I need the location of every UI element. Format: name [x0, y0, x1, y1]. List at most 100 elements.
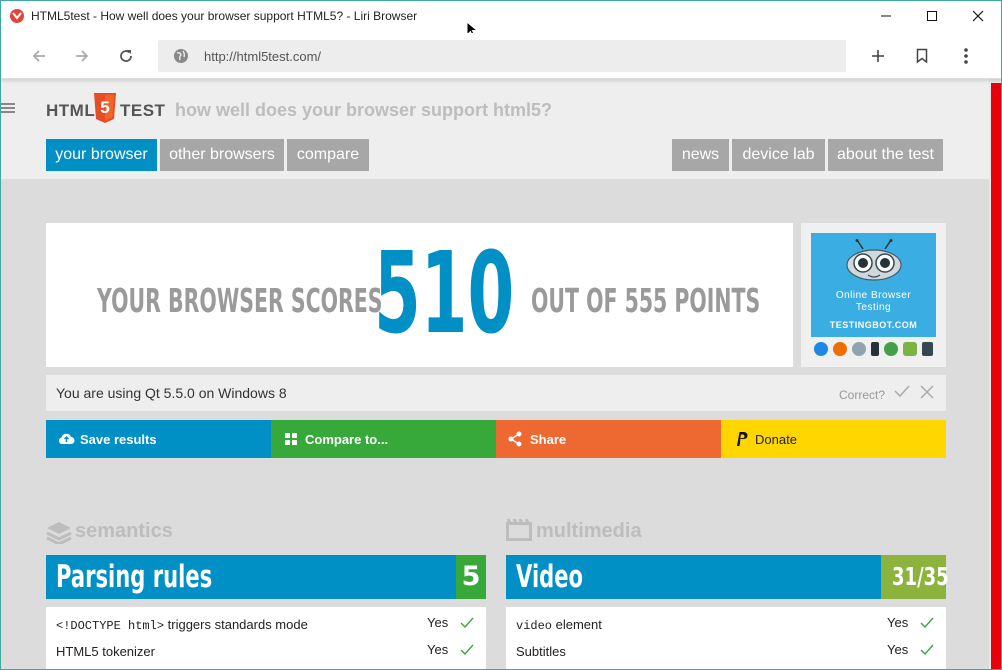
- test-list-parsing-rules: <!DOCTYPE html> triggers standards mode …: [46, 607, 486, 669]
- ad-browser-icons: [811, 339, 936, 359]
- share-button[interactable]: Share: [496, 420, 721, 458]
- safari-icon: [851, 342, 866, 356]
- plus-icon: [872, 50, 884, 62]
- html5-shield-logo: 5: [94, 93, 116, 123]
- forward-arrow-icon: [76, 50, 89, 62]
- test-label: triggers standards mode: [164, 617, 308, 632]
- correct-label: Correct?: [839, 388, 886, 402]
- hamburger-menu-icon[interactable]: [1, 101, 15, 115]
- tablet-icon: [922, 342, 934, 356]
- nav-your-browser[interactable]: your browser: [46, 139, 157, 171]
- test-row: Subtitles: [516, 644, 566, 659]
- test-row: <!DOCTYPE html> triggers standards mode: [56, 617, 308, 633]
- phone-icon: [870, 342, 879, 356]
- back-arrow-icon: [32, 50, 45, 62]
- browser-detection-bar: You are using Qt 5.5.0 on Windows 8 Corr…: [46, 375, 946, 411]
- more-vert-icon: [964, 48, 968, 64]
- section-heading-semantics: semantics: [75, 520, 173, 542]
- ad-title: Online Browser Testing: [811, 290, 936, 314]
- test-result: Yes: [427, 615, 449, 630]
- category-name: Parsing rules: [56, 559, 213, 595]
- url-text: http://html5test.com/: [204, 49, 322, 64]
- detected-browser-text: You are using Qt 5.5.0 on Windows 8: [56, 385, 287, 401]
- vertical-scrollbar[interactable]: [989, 79, 1001, 669]
- ie-icon: [813, 342, 828, 356]
- bookmark-icon: [916, 48, 928, 64]
- ad-title-line-1: Online Browser: [835, 290, 912, 301]
- new-tab-button[interactable]: [866, 44, 890, 68]
- nav-about-the-test[interactable]: about the test: [828, 139, 943, 171]
- testingbot-ad[interactable]: Online Browser Testing TESTINGBOT.COM: [801, 223, 946, 367]
- robot-mascot-icon: [846, 239, 902, 281]
- category-score: 31/35: [881, 555, 949, 599]
- pass-check-icon: [460, 617, 474, 629]
- test-row: HTML5 tokenizer: [56, 644, 155, 659]
- test-row: video element: [516, 617, 602, 633]
- action-bar: Save results Compare to... Share Donate: [46, 420, 946, 458]
- category-score-text: 31/35: [892, 562, 949, 591]
- multimedia-film-icon: [506, 519, 532, 541]
- ad-title-line-2: Testing: [855, 302, 892, 313]
- chrome-icon: [884, 342, 899, 356]
- ad-banner: Online Browser Testing TESTINGBOT.COM: [811, 233, 936, 337]
- site-header: HTML 5 TEST how well does your browser s…: [1, 79, 989, 179]
- score-value: 510: [374, 229, 515, 359]
- test-label: element: [552, 617, 602, 632]
- share-icon: [508, 431, 522, 447]
- logo-badge-text: 5: [100, 98, 109, 117]
- window-title: HTML5test - How well does your browser s…: [31, 9, 418, 23]
- close-icon: [972, 10, 984, 22]
- logo-test-text: TEST: [120, 101, 166, 120]
- test-label: Subtitles: [516, 644, 566, 659]
- score-prefix: YOUR BROWSER SCORES: [97, 281, 383, 320]
- forward-button[interactable]: [70, 44, 94, 68]
- test-label: HTML5 tokenizer: [56, 644, 155, 659]
- save-results-label: Save results: [80, 432, 157, 447]
- minimize-button[interactable]: [863, 1, 909, 31]
- test-list-video: video element Yes Subtitles Yes: [506, 607, 946, 669]
- logo-html-text: HTML: [46, 101, 96, 120]
- main-content: YOUR BROWSER SCORES 510 OUT OF 555 POINT…: [1, 179, 989, 669]
- back-button[interactable]: [27, 44, 51, 68]
- browser-window: HTML5test - How well does your browser s…: [0, 0, 1002, 670]
- test-code: video: [516, 619, 553, 633]
- reload-button[interactable]: [114, 44, 138, 68]
- pass-check-icon: [920, 644, 934, 656]
- grid-icon: [285, 433, 297, 445]
- ad-url: TESTINGBOT.COM: [829, 320, 918, 330]
- category-name: Video: [516, 559, 584, 595]
- category-bar-video[interactable]: Video 31/35: [506, 555, 949, 599]
- android-icon: [903, 342, 918, 356]
- pass-check-icon: [920, 617, 934, 629]
- maximize-icon: [927, 11, 937, 21]
- bookmark-button[interactable]: [910, 44, 934, 68]
- maximize-button[interactable]: [909, 1, 955, 31]
- firefox-icon: [832, 342, 847, 356]
- test-code: <!DOCTYPE html>: [56, 619, 165, 633]
- browser-toolbar: http://html5test.com/: [1, 33, 1001, 79]
- nav-device-lab[interactable]: device lab: [732, 139, 825, 171]
- compare-to-button[interactable]: Compare to...: [271, 420, 496, 458]
- donate-button[interactable]: Donate: [721, 420, 946, 458]
- address-bar[interactable]: http://html5test.com/: [158, 40, 846, 72]
- section-heading-multimedia: multimedia: [536, 520, 642, 542]
- liri-browser-icon: [10, 9, 24, 23]
- semantics-stack-icon: [46, 522, 72, 544]
- menu-button[interactable]: [954, 44, 978, 68]
- title-bar: HTML5test - How well does your browser s…: [1, 1, 1001, 33]
- test-result: Yes: [887, 615, 909, 630]
- reload-icon: [120, 50, 132, 62]
- test-result: Yes: [427, 642, 449, 657]
- nav-compare[interactable]: compare: [287, 139, 369, 171]
- reject-x-icon[interactable]: [920, 385, 934, 399]
- nav-other-browsers[interactable]: other browsers: [160, 139, 284, 171]
- scrollbar-thumb[interactable]: [991, 83, 1001, 669]
- cloud-upload-icon: [58, 433, 75, 444]
- nav-news[interactable]: news: [672, 139, 729, 171]
- category-bar-parsing-rules[interactable]: Parsing rules 5: [46, 555, 486, 599]
- share-label: Share: [530, 432, 567, 447]
- save-results-button[interactable]: Save results: [46, 420, 271, 458]
- minimize-icon: [881, 15, 891, 17]
- close-button[interactable]: [955, 1, 1001, 31]
- confirm-check-icon[interactable]: [894, 384, 910, 398]
